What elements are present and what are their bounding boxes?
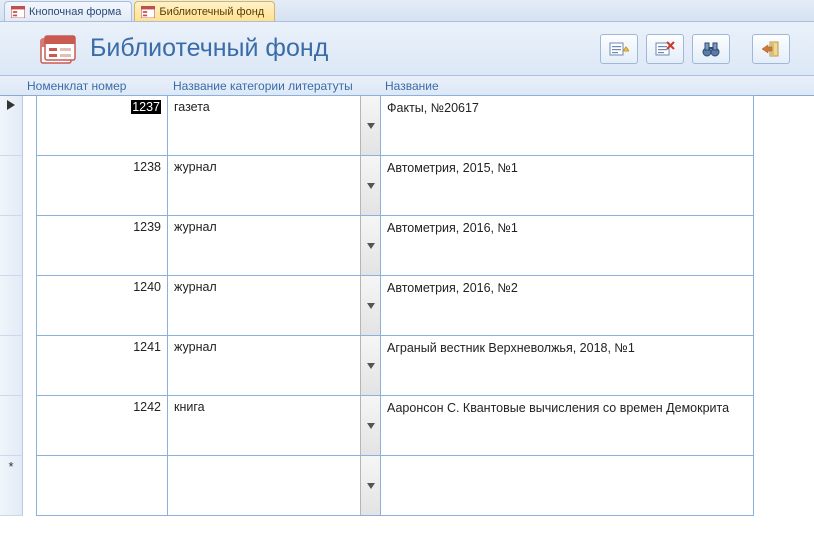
page-title: Библиотечный фонд — [90, 34, 600, 63]
category-dropdown[interactable] — [360, 276, 380, 335]
new-row-icon: * — [8, 460, 13, 473]
close-button[interactable] — [752, 34, 790, 64]
records-area: 1237газетаФакты, №206171238журналАвтомет… — [0, 96, 814, 516]
category-dropdown[interactable] — [360, 96, 380, 155]
form-header: Библиотечный фонд — [0, 22, 814, 76]
category-dropdown[interactable] — [360, 396, 380, 455]
col-header-id[interactable]: Номенклат номер — [23, 79, 169, 93]
binoculars-icon — [702, 41, 720, 57]
id-cell[interactable]: 1241 — [36, 335, 168, 396]
id-cell[interactable]: 1237 — [36, 95, 168, 156]
new-record-button[interactable] — [600, 34, 638, 64]
name-cell[interactable]: Аграный вестник Верхневолжья, 2018, №1 — [380, 335, 754, 396]
row-selector[interactable] — [0, 396, 23, 456]
name-cell[interactable]: Автометрия, 2016, №1 — [380, 215, 754, 276]
table-row: 1239журналАвтометрия, 2016, №1 — [0, 216, 814, 276]
tab-label: Библиотечный фонд — [159, 6, 264, 18]
category-cell[interactable]: журнал — [167, 275, 381, 336]
table-row: * — [0, 456, 814, 516]
find-button[interactable] — [692, 34, 730, 64]
row-selector[interactable] — [0, 276, 23, 336]
tab-library-fund[interactable]: Библиотечный фонд — [134, 1, 275, 21]
chevron-down-icon — [367, 423, 375, 429]
chevron-down-icon — [367, 483, 375, 489]
current-row-icon — [7, 100, 15, 110]
table-row: 1242книгаАаронсон С. Квантовые вычислени… — [0, 396, 814, 456]
category-dropdown[interactable] — [360, 156, 380, 215]
chevron-down-icon — [367, 363, 375, 369]
form-icon — [11, 6, 25, 18]
id-cell[interactable]: 1240 — [36, 275, 168, 336]
form-icon — [141, 6, 155, 18]
table-row: 1241журналАграный вестник Верхневолжья, … — [0, 336, 814, 396]
close-door-icon — [762, 41, 780, 57]
tab-label: Кнопочная форма — [29, 6, 121, 18]
category-cell[interactable]: журнал — [167, 215, 381, 276]
row-selector[interactable]: * — [0, 456, 23, 516]
category-cell[interactable]: журнал — [167, 155, 381, 216]
category-dropdown[interactable] — [360, 216, 380, 275]
category-cell[interactable]: книга — [167, 395, 381, 456]
id-cell[interactable]: 1242 — [36, 395, 168, 456]
column-headers: Номенклат номер Название категории литер… — [0, 76, 814, 96]
col-header-name[interactable]: Название — [381, 79, 439, 93]
chevron-down-icon — [367, 123, 375, 129]
row-selector[interactable] — [0, 216, 23, 276]
name-cell[interactable]: Автометрия, 2015, №1 — [380, 155, 754, 216]
row-selector[interactable] — [0, 156, 23, 216]
new-record-icon — [609, 41, 629, 57]
name-cell[interactable] — [380, 455, 754, 516]
tab-switchboard[interactable]: Кнопочная форма — [4, 1, 132, 21]
category-cell[interactable]: газета — [167, 95, 381, 156]
row-selector[interactable] — [0, 96, 23, 156]
id-cell[interactable]: 1238 — [36, 155, 168, 216]
category-cell[interactable] — [167, 455, 381, 516]
delete-record-button[interactable] — [646, 34, 684, 64]
name-cell[interactable]: Ааронсон С. Квантовые вычисления со врем… — [380, 395, 754, 456]
table-row: 1240журналАвтометрия, 2016, №2 — [0, 276, 814, 336]
category-cell[interactable]: журнал — [167, 335, 381, 396]
id-cell[interactable] — [36, 455, 168, 516]
id-cell[interactable]: 1239 — [36, 215, 168, 276]
col-header-category[interactable]: Название категории литератуты — [169, 79, 381, 93]
name-cell[interactable]: Автометрия, 2016, №2 — [380, 275, 754, 336]
tab-bar: Кнопочная форма Библиотечный фонд — [0, 0, 814, 22]
table-row: 1237газетаФакты, №20617 — [0, 96, 814, 156]
category-dropdown[interactable] — [360, 336, 380, 395]
chevron-down-icon — [367, 303, 375, 309]
category-dropdown[interactable] — [360, 456, 380, 515]
table-row: 1238журналАвтометрия, 2015, №1 — [0, 156, 814, 216]
name-cell[interactable]: Факты, №20617 — [380, 95, 754, 156]
row-selector[interactable] — [0, 336, 23, 396]
toolbar — [600, 34, 790, 64]
chevron-down-icon — [367, 183, 375, 189]
delete-record-icon — [655, 41, 675, 57]
form-logo-icon — [40, 33, 76, 65]
chevron-down-icon — [367, 243, 375, 249]
